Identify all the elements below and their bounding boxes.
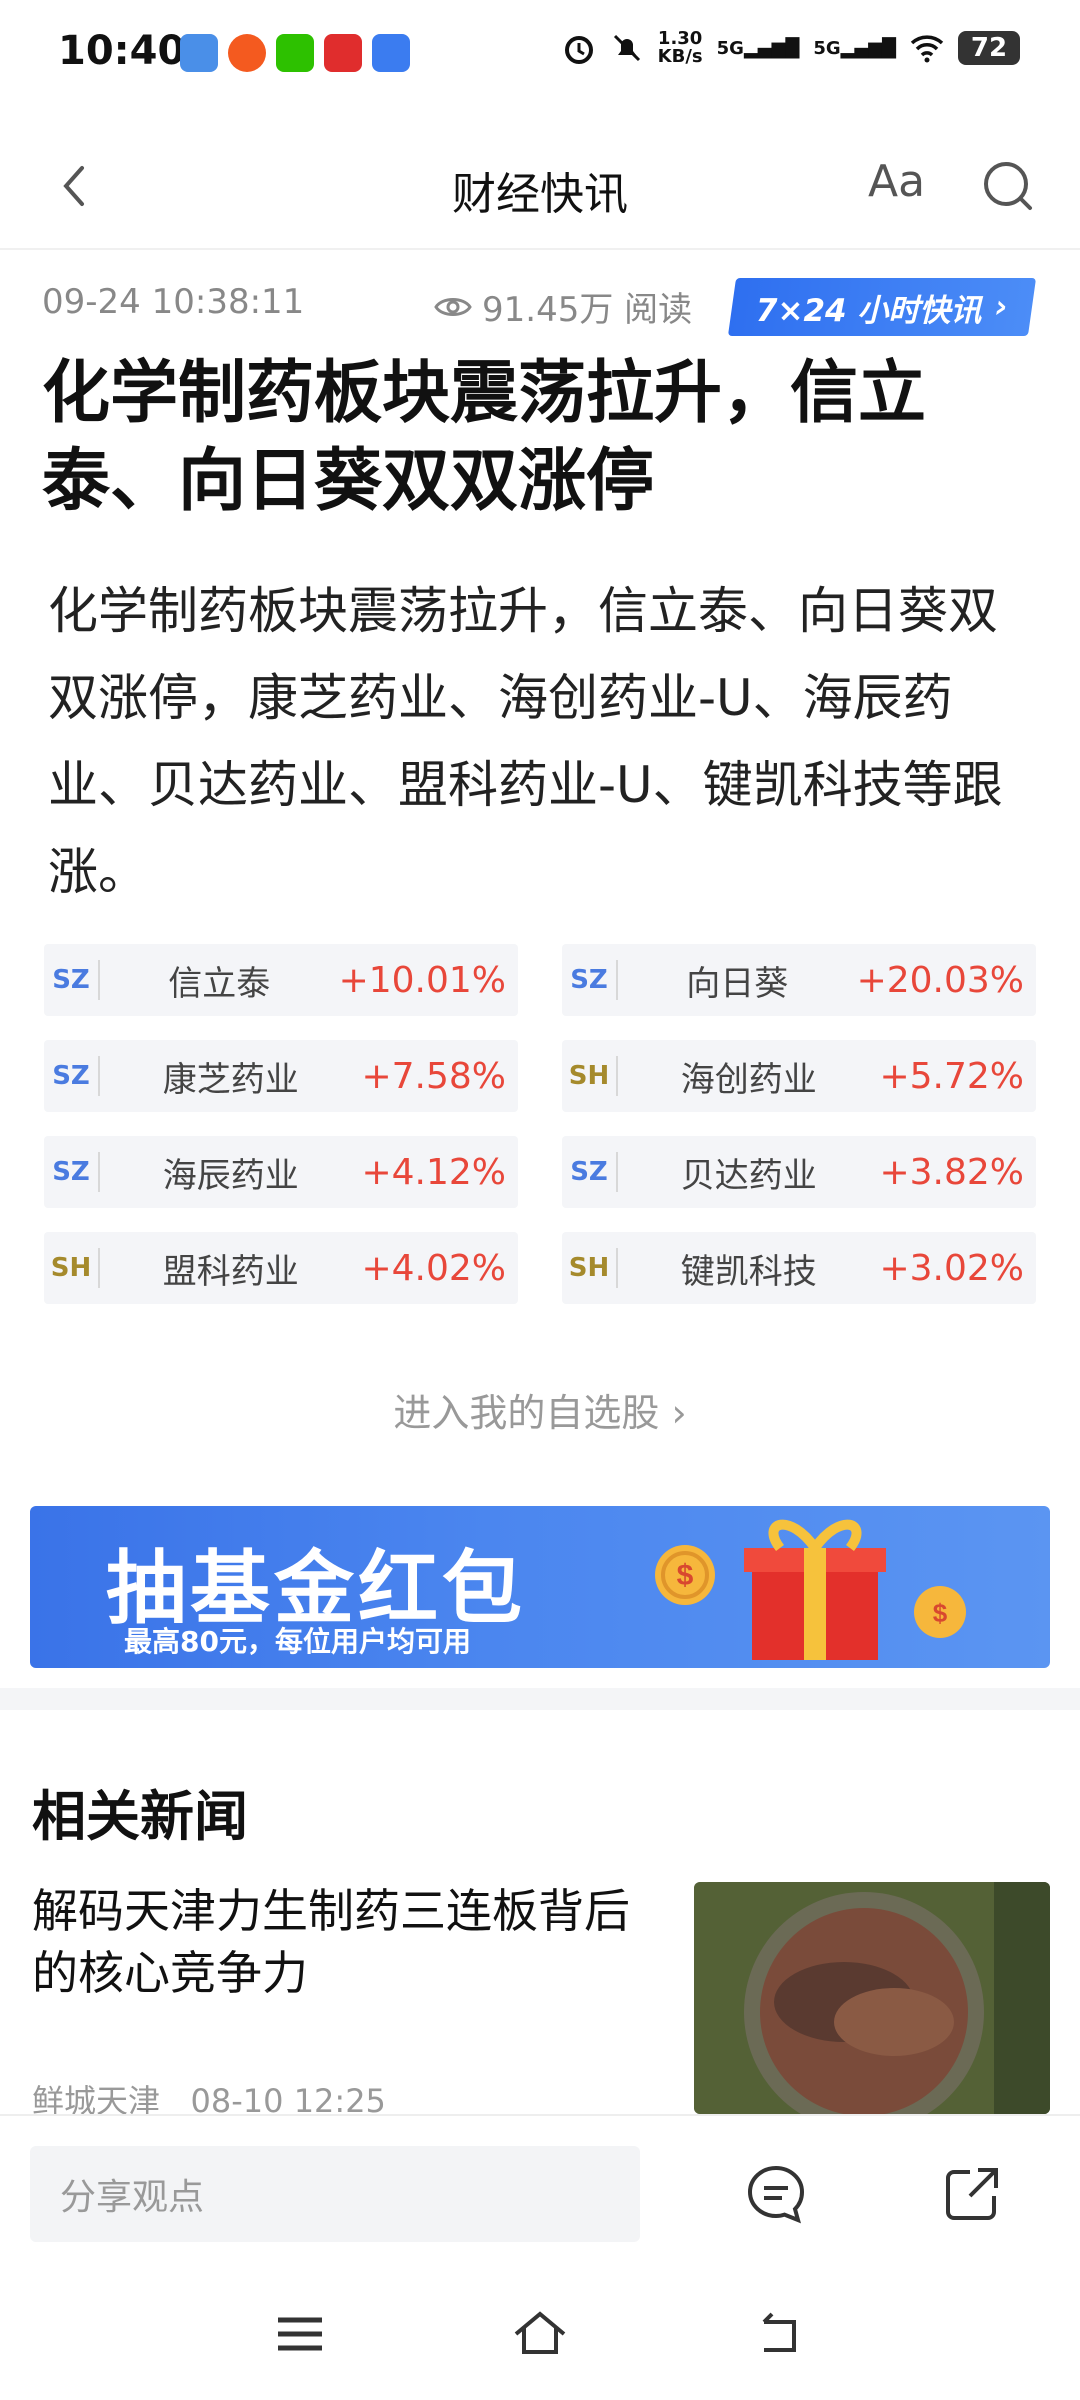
section-divider <box>0 1688 1080 1710</box>
stock-chip[interactable]: SZ 信立泰 +10.01% <box>44 944 518 1016</box>
stock-change: +3.82% <box>879 1151 1024 1193</box>
system-navigation-bar <box>0 2264 1080 2400</box>
wifi-icon <box>910 35 944 63</box>
stock-name: 信立泰 <box>168 963 271 1004</box>
taobao-app-icon <box>228 34 266 72</box>
menu-icon[interactable] <box>270 2304 330 2364</box>
search-icon[interactable] <box>976 154 1040 218</box>
signal-1-label: 5G <box>716 37 744 59</box>
market-tag: SH <box>50 1253 92 1283</box>
stock-change: +5.72% <box>879 1055 1024 1097</box>
live-news-badge[interactable]: 7×24 小时快讯 › <box>727 278 1037 336</box>
system-indicators: 1.30 KB/s 5G▂▄▆█ 5G▂▄▆█ 72 <box>562 30 1020 66</box>
view-count-label: 91.45万 阅读 <box>482 290 693 330</box>
related-stocks-grid: SZ 信立泰 +10.01% SZ 向日葵 +20.03% SZ 康芝药业 +7.58% S… <box>44 944 1036 1304</box>
share-icon[interactable] <box>940 2162 1004 2226</box>
stock-chip[interactable]: SZ 贝达药业 +3.82% <box>562 1136 1036 1208</box>
market-tag: SZ <box>52 965 90 995</box>
watchlist-link[interactable]: 进入我的自选股 › <box>0 1382 1080 1437</box>
market-tag: SZ <box>570 965 608 995</box>
watchlist-label: 进入我的自选股 <box>393 1391 660 1435</box>
badge-label: 7×24 小时快讯 <box>755 292 982 329</box>
stock-name: 海创药业 <box>680 1059 817 1100</box>
top-app-bar: 财经快讯 Aa <box>0 128 1080 250</box>
comment-bubble-icon[interactable] <box>744 2162 808 2226</box>
coin-icon: $ <box>914 1586 966 1638</box>
gift-box-icon <box>744 1519 886 1660</box>
battery-indicator: 72 <box>958 31 1020 65</box>
wechat-icon <box>276 34 314 72</box>
stock-change: +3.02% <box>879 1247 1024 1289</box>
related-news-heading: 相关新闻 <box>32 1785 248 1848</box>
comment-bar: 分享观点 <box>0 2114 1080 2266</box>
stock-name: 向日葵 <box>686 963 789 1004</box>
alarm-icon <box>564 36 593 64</box>
status-bar: 10:40 1.30 KB/s 5G▂▄▆█ 5G▂▄▆█ 72 <box>0 0 1080 110</box>
stock-change: +10.01% <box>338 959 506 1001</box>
market-tag: SZ <box>52 1061 90 1091</box>
stock-chip[interactable]: SZ 海辰药业 +4.12% <box>44 1136 518 1208</box>
article-headline: 化学制药板块震荡拉升，信立泰、向日葵双双涨停 <box>42 354 927 521</box>
banner-subtitle: 最高80元，每位用户均可用 <box>124 1625 471 1658</box>
font-size-button[interactable]: Aa <box>868 156 925 207</box>
market-tag: SH <box>568 1061 610 1091</box>
stock-name: 盟科药业 <box>162 1251 299 1292</box>
stock-chip[interactable]: SH 盟科药业 +4.02% <box>44 1232 518 1304</box>
signal-2-label: 5G <box>813 37 841 59</box>
stock-chip[interactable]: SH 海创药业 +5.72% <box>562 1040 1036 1112</box>
signal-1: 5G▂▄▆█ <box>716 37 800 59</box>
promo-banner[interactable]: 抽基金红包 最高80元，每位用户均可用 $ $ <box>30 1506 1050 1668</box>
mute-bell-icon <box>613 34 640 62</box>
coin-icon: $ <box>655 1545 715 1605</box>
stock-chip[interactable]: SH 键凯科技 +3.02% <box>562 1232 1036 1304</box>
news-thumbnail[interactable] <box>694 1882 1050 2114</box>
aerial-photo-image <box>694 1882 1050 2114</box>
stock-name: 键凯科技 <box>680 1251 817 1292</box>
news-item-title[interactable]: 解码天津力生制药三连板背后的核心竞争力 <box>32 1880 672 2004</box>
network-speed: 1.30 KB/s <box>658 30 703 66</box>
stock-name: 贝达药业 <box>680 1155 817 1196</box>
stock-change: +20.03% <box>856 959 1024 1001</box>
stock-change: +7.58% <box>361 1055 506 1097</box>
stock-name: 康芝药业 <box>162 1059 299 1100</box>
chevron-right-icon: › <box>995 289 1009 325</box>
browser-app-icon <box>372 34 410 72</box>
chevron-right-icon: › <box>671 1391 687 1435</box>
market-tag: SZ <box>52 1157 90 1187</box>
stock-change: +4.02% <box>361 1247 506 1289</box>
stock-chip[interactable]: SZ 向日葵 +20.03% <box>562 944 1036 1016</box>
signal-2: 5G▂▄▆█ <box>813 37 896 59</box>
view-count: 91.45万 阅读 <box>434 282 692 331</box>
eye-icon <box>434 297 472 316</box>
stock-name: 海辰药业 <box>162 1155 299 1196</box>
notification-app-icons <box>180 34 410 72</box>
svg-text:$: $ <box>933 1598 948 1628</box>
news-app-icon <box>324 34 362 72</box>
clock: 10:40 <box>58 28 186 74</box>
svg-text:$: $ <box>677 1559 694 1592</box>
map-app-icon <box>180 34 218 72</box>
stock-change: +4.12% <box>361 1151 506 1193</box>
stock-chip[interactable]: SZ 康芝药业 +7.58% <box>44 1040 518 1112</box>
market-tag: SH <box>568 1253 610 1283</box>
market-tag: SZ <box>570 1157 608 1187</box>
comment-input[interactable]: 分享观点 <box>30 2146 640 2242</box>
speed-unit: KB/s <box>657 46 703 67</box>
article-timestamp: 09-24 10:38:11 <box>42 282 305 322</box>
back-icon[interactable] <box>750 2304 810 2364</box>
home-icon[interactable] <box>510 2304 570 2364</box>
article-summary: 化学制药板块震荡拉升，信立泰、向日葵双双涨停，康芝药业、海创药业-U、海辰药业、… <box>48 582 1003 901</box>
